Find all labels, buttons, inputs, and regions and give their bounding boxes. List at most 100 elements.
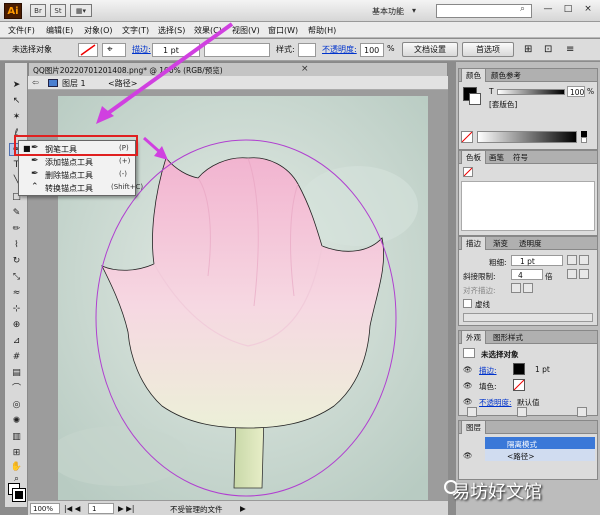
- tab-symbols[interactable]: 符号: [509, 151, 532, 164]
- perspective-grid-tool-icon[interactable]: ⊿: [9, 335, 24, 348]
- symbol-sprayer-tool-icon[interactable]: ✺: [9, 415, 24, 428]
- stroke-swatch[interactable]: [12, 488, 26, 502]
- round-cap-icon[interactable]: [579, 255, 589, 265]
- layer-row-path[interactable]: <路径>: [485, 449, 595, 461]
- warp-tool-icon[interactable]: ≈: [9, 287, 24, 300]
- graph-tool-icon[interactable]: ▥: [9, 431, 24, 444]
- blend-tool-icon[interactable]: ◎: [9, 399, 24, 412]
- menu-window[interactable]: 窗口(W): [268, 25, 298, 36]
- none-swatch[interactable]: [461, 131, 473, 143]
- scale-tool-icon[interactable]: ⤡: [9, 271, 24, 284]
- document-setup-button[interactable]: 文档设置: [402, 42, 458, 57]
- swatch-grid[interactable]: [461, 181, 595, 231]
- butt-cap-icon[interactable]: [567, 255, 577, 265]
- paintbrush-tool-icon[interactable]: ✎: [9, 207, 24, 220]
- tab-transparency[interactable]: 透明度: [515, 237, 546, 250]
- appearance-fill-swatch[interactable]: [513, 379, 525, 391]
- eye-icon[interactable]: 👁: [463, 397, 473, 406]
- menu-select[interactable]: 选择(S): [158, 25, 185, 36]
- variable-width-profile[interactable]: [204, 43, 270, 57]
- opacity-link[interactable]: 不透明度:: [322, 44, 357, 55]
- eye-icon[interactable]: 👁: [463, 451, 473, 460]
- align-inside-icon[interactable]: [523, 283, 533, 293]
- document-tab[interactable]: QQ图片20220701201408.png* @ 100% (RGB/预览) …: [28, 62, 448, 76]
- stock-icon[interactable]: St: [50, 4, 66, 17]
- blob-brush-tool-icon[interactable]: ⌇: [9, 239, 24, 252]
- appearance-stroke-swatch[interactable]: [513, 363, 525, 375]
- flyout-item-delete-anchor[interactable]: ✒ 删除锚点工具 (-): [19, 169, 135, 181]
- appearance-stroke-link[interactable]: 描边:: [479, 365, 497, 376]
- eyedropper-tool-icon[interactable]: ⌒: [9, 383, 24, 396]
- breadcrumb-layer[interactable]: 图层 1: [62, 78, 86, 89]
- mesh-tool-icon[interactable]: #: [9, 351, 24, 364]
- menu-edit[interactable]: 编辑(E): [46, 25, 73, 36]
- opacity-input[interactable]: 100: [360, 43, 384, 57]
- layer-row-isolation[interactable]: 隔离模式: [485, 437, 595, 449]
- weight-input[interactable]: 1 pt: [511, 255, 563, 266]
- menu-object[interactable]: 对象(O): [84, 25, 113, 36]
- shape-builder-tool-icon[interactable]: ⊕: [9, 319, 24, 332]
- menu-file[interactable]: 文件(F): [8, 25, 35, 36]
- first-page-icon[interactable]: |◀ ◀: [64, 504, 80, 513]
- eye-icon[interactable]: 👁: [463, 381, 473, 390]
- stroke-color-swatch[interactable]: ⌖: [102, 43, 126, 57]
- tab-color[interactable]: 颜色: [461, 69, 486, 82]
- appearance-fx-icon[interactable]: [517, 407, 527, 417]
- maximize-button[interactable]: □: [560, 3, 576, 17]
- menu-type[interactable]: 文字(T): [122, 25, 149, 36]
- status-menu-icon[interactable]: ▶: [240, 504, 246, 513]
- stroke-link[interactable]: 描边:: [132, 44, 151, 55]
- tab-gradient[interactable]: 渐变: [489, 237, 512, 250]
- artboard-tool-icon[interactable]: ⊞: [9, 447, 24, 460]
- chevron-down-icon[interactable]: ▾: [412, 6, 416, 15]
- back-arrow-icon[interactable]: ⇦: [32, 78, 39, 87]
- pencil-tool-icon[interactable]: ✏: [9, 223, 24, 236]
- arrange-icon[interactable]: ▦▾: [70, 4, 92, 17]
- menu-help[interactable]: 帮助(H): [308, 25, 336, 36]
- eye-icon[interactable]: 👁: [463, 365, 473, 374]
- graphic-style-swatch[interactable]: [298, 43, 316, 57]
- flyout-item-add-anchor[interactable]: ✒ 添加锚点工具 (+): [19, 156, 135, 168]
- search-input[interactable]: [436, 4, 532, 18]
- tab-graphic-styles[interactable]: 图形样式: [489, 331, 527, 344]
- dashed-line-checkbox[interactable]: [463, 299, 472, 308]
- menu-effect[interactable]: 效果(C): [194, 25, 222, 36]
- selection-tool-icon[interactable]: ➤: [9, 79, 24, 92]
- close-button[interactable]: ×: [580, 3, 596, 17]
- bridge-icon[interactable]: Br: [30, 4, 46, 17]
- tab-stroke[interactable]: 描边: [461, 237, 486, 250]
- align-center-icon[interactable]: [511, 283, 521, 293]
- dash-gap-fields[interactable]: [463, 313, 593, 322]
- fill-color-swatch[interactable]: [78, 43, 98, 57]
- next-page-icon[interactable]: ▶ ▶|: [118, 504, 134, 513]
- breadcrumb-path[interactable]: <路径>: [108, 78, 137, 89]
- appearance-square-icon[interactable]: [467, 407, 477, 417]
- round-join-icon[interactable]: [579, 269, 589, 279]
- appearance-opacity-link[interactable]: 不透明度:: [479, 397, 512, 408]
- white-swatch[interactable]: [581, 137, 587, 143]
- flyout-item-convert-anchor[interactable]: ⌃ 转换锚点工具 (Shift+C): [19, 182, 143, 194]
- fill-color-preview[interactable]: [469, 93, 481, 105]
- miter-input[interactable]: 4: [511, 269, 543, 280]
- panel-menu-icon[interactable]: ≡: [566, 44, 574, 55]
- swatch-none[interactable]: [463, 167, 473, 177]
- preferences-button[interactable]: 首选项: [462, 42, 514, 57]
- direct-selection-tool-icon[interactable]: ↖: [9, 95, 24, 108]
- tab-brushes[interactable]: 画笔: [485, 151, 508, 164]
- page-field[interactable]: 1: [88, 503, 114, 514]
- workspace-switcher[interactable]: 基本功能: [372, 6, 404, 17]
- minimize-button[interactable]: —: [540, 3, 556, 17]
- transform-icon[interactable]: ⊡: [544, 44, 552, 55]
- tint-input[interactable]: 100: [567, 86, 585, 97]
- tab-layers[interactable]: 图层: [461, 421, 486, 434]
- color-spectrum[interactable]: [477, 131, 577, 143]
- tab-appearance[interactable]: 外观: [461, 331, 486, 344]
- gradient-tool-icon[interactable]: ▤: [9, 367, 24, 380]
- stroke-weight-field[interactable]: 1 pt: [152, 43, 200, 57]
- free-transform-tool-icon[interactable]: ⊹: [9, 303, 24, 316]
- trash-icon[interactable]: [577, 407, 587, 417]
- magic-wand-tool-icon[interactable]: ✶: [9, 111, 24, 124]
- zoom-field[interactable]: 100%: [30, 503, 60, 514]
- close-icon[interactable]: ×: [301, 64, 309, 74]
- tab-swatches[interactable]: 色板: [461, 151, 486, 164]
